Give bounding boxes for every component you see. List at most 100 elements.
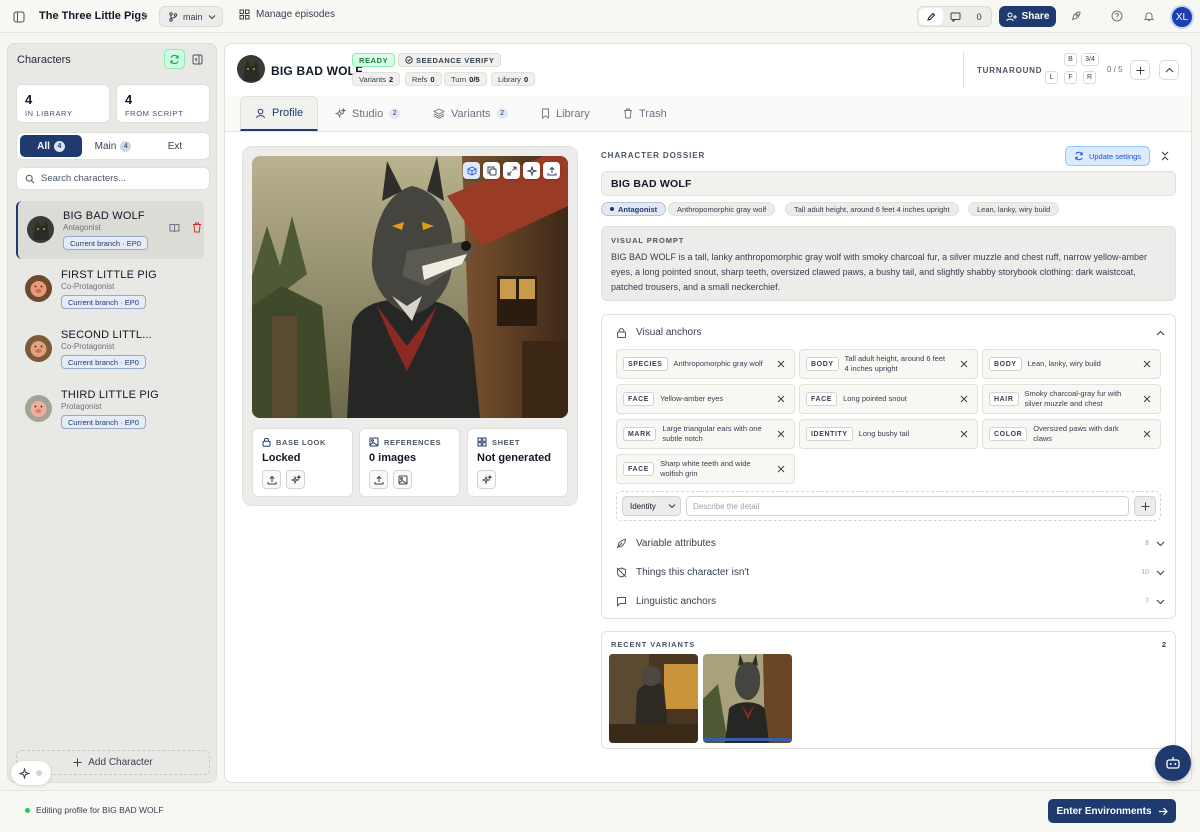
card-label: SHEET — [492, 437, 521, 447]
turnaround-three-quarter[interactable]: 3/4 — [1081, 53, 1099, 66]
not-character-header[interactable]: Things this character isn't — [616, 567, 749, 578]
visual-prompt-box[interactable]: VISUAL PROMPT BIG BAD WOLF is a tall, la… — [601, 226, 1176, 301]
turnaround-left[interactable]: L — [1045, 71, 1058, 84]
add-turnaround-button[interactable] — [1130, 60, 1150, 80]
tab-profile[interactable]: Profile — [240, 96, 319, 131]
filter-main[interactable]: Main 4 — [82, 135, 144, 157]
status-badge: READY — [352, 53, 396, 67]
variant-thumbnail[interactable] — [609, 654, 698, 743]
share-button[interactable]: Share — [999, 6, 1056, 27]
close-icon[interactable] — [774, 395, 788, 403]
section-meta[interactable]: 8 — [1145, 540, 1165, 547]
anchor-chip[interactable]: HAIR Smoky charcoal-gray fur with silver … — [982, 384, 1161, 414]
turnaround-front[interactable]: F — [1064, 71, 1077, 84]
anchor-chip[interactable]: FACE Yellow-amber eyes — [616, 384, 795, 414]
robot-icon — [1165, 756, 1181, 770]
edit-mode-button[interactable] — [919, 8, 943, 25]
tab-studio[interactable]: Studio 2 — [335, 96, 401, 131]
trait-tag[interactable]: Lean, lanky, wiry build — [968, 202, 1060, 216]
anchor-chip[interactable]: SPECIES Anthropomorphic gray wolf — [616, 349, 795, 379]
close-icon[interactable] — [774, 430, 788, 438]
upload-button[interactable] — [369, 470, 388, 489]
close-icon[interactable] — [1140, 395, 1154, 403]
variant-thumbnail[interactable] — [703, 654, 792, 743]
section-meta[interactable]: 10 — [1141, 569, 1165, 576]
collapse-header-button[interactable] — [1159, 60, 1179, 80]
rocket-icon[interactable] — [1070, 10, 1082, 22]
anchor-chip[interactable]: BODY Lean, lanky, wiry build — [982, 349, 1161, 379]
character-item-second-little-pig[interactable]: SECOND LITTL... Co-Protagonist Current b… — [16, 320, 204, 378]
trash-icon[interactable] — [192, 222, 202, 233]
close-icon[interactable] — [1140, 430, 1154, 438]
section-meta[interactable]: 7 — [1145, 598, 1165, 605]
enter-environments-button[interactable]: Enter Environments — [1048, 799, 1176, 823]
turnaround-back[interactable]: B — [1064, 53, 1077, 66]
collapse-panel-icon[interactable] — [192, 54, 203, 65]
anchor-value: Anthropomorphic gray wolf — [673, 359, 763, 368]
character-title: BIG BAD WOLF — [271, 64, 363, 78]
copy-icon[interactable] — [483, 162, 500, 179]
cube-icon[interactable] — [463, 162, 480, 179]
anchor-chip[interactable]: MARK Large triangular ears with one subtl… — [616, 419, 795, 449]
manage-episodes-button[interactable]: Manage episodes — [239, 9, 335, 20]
update-settings-button[interactable]: Update settings — [1065, 146, 1150, 166]
trait-tag[interactable]: Tall adult height, around 6 feet 4 inche… — [785, 202, 959, 216]
generate-button[interactable] — [286, 470, 305, 489]
character-item-big-bad-wolf[interactable]: BIG BAD WOLF Antagonist Current branch ·… — [16, 201, 204, 259]
comments-button[interactable] — [944, 7, 968, 26]
close-icon[interactable] — [957, 430, 971, 438]
user-plus-icon — [1005, 12, 1017, 22]
character-item-third-little-pig[interactable]: THIRD LITTLE PIG Protagonist Current bra… — [16, 380, 204, 438]
expand-icon[interactable] — [503, 162, 520, 179]
seedance-verify-badge[interactable]: SEEDANCE VERIFY — [398, 53, 502, 67]
collapse-all-icon[interactable] — [1160, 150, 1170, 162]
close-icon[interactable] — [957, 360, 971, 368]
anchor-type-select[interactable]: Identity — [622, 496, 681, 516]
project-title[interactable]: The Three Little Pigs — [39, 10, 147, 22]
turnaround-right[interactable]: R — [1083, 71, 1096, 84]
stat-value: 4 — [125, 92, 133, 107]
close-icon[interactable] — [1140, 360, 1154, 368]
branch-selector[interactable]: main — [159, 6, 223, 27]
assistant-bot-button[interactable] — [1155, 745, 1191, 781]
character-portrait[interactable] — [252, 156, 568, 418]
assistant-toggle[interactable] — [11, 761, 51, 785]
linguistic-anchors-header[interactable]: Linguistic anchors — [616, 596, 716, 607]
sparkle-icon[interactable] — [523, 162, 540, 179]
anchor-detail-input[interactable]: Describe the detail — [686, 496, 1129, 516]
trait-tag[interactable]: Anthropomorphic gray wolf — [668, 202, 776, 216]
character-name-field[interactable]: BIG BAD WOLF — [601, 171, 1176, 196]
character-item-first-little-pig[interactable]: FIRST LITTLE PIG Co-Protagonist Current … — [16, 260, 204, 318]
tab-trash[interactable]: Trash — [623, 96, 667, 131]
filter-all[interactable]: All 4 — [20, 135, 82, 157]
sync-button[interactable] — [164, 49, 185, 69]
filter-ext[interactable]: Ext — [144, 135, 206, 157]
bell-icon[interactable] — [1143, 10, 1155, 22]
add-anchor-button[interactable] — [1134, 496, 1156, 516]
sidebar-toggle-icon[interactable] — [12, 10, 26, 24]
anchor-chip[interactable]: COLOR Oversized paws with dark claws — [982, 419, 1161, 449]
tab-variants[interactable]: Variants 2 — [433, 96, 508, 131]
close-icon[interactable] — [957, 395, 971, 403]
role-tag[interactable]: Antagonist — [601, 202, 667, 216]
close-icon[interactable] — [774, 465, 788, 473]
visual-anchors-header[interactable]: Visual anchors — [616, 327, 701, 338]
search-input[interactable]: Search characters... — [16, 167, 210, 190]
tag-label: Antagonist — [618, 204, 658, 214]
chevron-up-icon[interactable] — [1156, 330, 1165, 336]
help-icon[interactable] — [1111, 10, 1123, 22]
anchor-chip[interactable]: BODY Tall adult height, around 6 feet 4 i… — [799, 349, 978, 379]
close-icon[interactable] — [774, 360, 788, 368]
anchor-chip[interactable]: IDENTITY Long bushy tail — [799, 419, 978, 449]
user-avatar[interactable]: XL — [1170, 5, 1194, 29]
section-count: 7 — [1145, 598, 1149, 605]
upload-button[interactable] — [262, 470, 281, 489]
book-icon[interactable] — [169, 223, 180, 233]
variable-attributes-header[interactable]: Variable attributes — [616, 538, 716, 549]
anchor-chip[interactable]: FACE Long pointed snout — [799, 384, 978, 414]
add-image-button[interactable] — [393, 470, 412, 489]
anchor-chip[interactable]: FACE Sharp white teeth and wide wolfish g… — [616, 454, 795, 484]
upload-icon[interactable] — [543, 162, 560, 179]
generate-sheet-button[interactable] — [477, 470, 496, 489]
tab-library[interactable]: Library — [541, 96, 590, 131]
